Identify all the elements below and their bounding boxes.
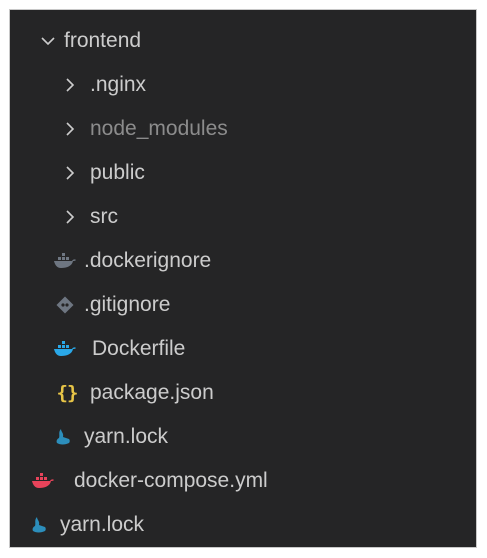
- tree-item-label: frontend: [64, 29, 142, 52]
- json-icon: {}: [56, 382, 79, 404]
- tree-item-yarn-lock[interactable]: yarn.lock: [10, 415, 476, 459]
- chevron-right-icon[interactable]: [60, 151, 80, 195]
- tree-item-label: .gitignore: [84, 293, 171, 316]
- file-tree: frontend .nginx node_modules public src …: [10, 19, 476, 547]
- chevron-right-icon[interactable]: [60, 195, 80, 239]
- git-icon: [52, 283, 78, 327]
- chevron-right-icon[interactable]: [60, 63, 80, 107]
- tree-item-nginx[interactable]: .nginx: [10, 63, 476, 107]
- tree-item-label: yarn.lock: [84, 425, 169, 448]
- tree-item-frontend[interactable]: frontend: [10, 19, 476, 63]
- tree-item-label: public: [90, 161, 145, 184]
- file-explorer-panel: frontend .nginx node_modules public src …: [9, 9, 477, 548]
- yarn-icon: [50, 415, 76, 459]
- tree-item-gitignore[interactable]: .gitignore: [10, 283, 476, 327]
- yarn-icon: [26, 503, 52, 547]
- tree-item-label: docker-compose.yml: [74, 469, 268, 492]
- tree-item-label: src: [90, 205, 118, 228]
- tree-item-src[interactable]: src: [10, 195, 476, 239]
- tree-item-yarn-lock-root[interactable]: yarn.lock: [10, 503, 476, 547]
- chevron-down-icon[interactable]: [38, 19, 58, 63]
- tree-item-label: node_modules: [90, 117, 228, 140]
- tree-item-public[interactable]: public: [10, 151, 476, 195]
- tree-item-node-modules[interactable]: node_modules: [10, 107, 476, 151]
- chevron-right-icon[interactable]: [60, 107, 80, 151]
- tree-item-dockerfile[interactable]: Dockerfile: [10, 327, 476, 371]
- tree-item-dockerignore[interactable]: .dockerignore: [10, 239, 476, 283]
- tree-item-docker-compose[interactable]: docker-compose.yml: [10, 459, 476, 503]
- tree-item-label: Dockerfile: [92, 337, 186, 360]
- docker-icon: [52, 327, 78, 371]
- tree-item-label: .nginx: [90, 73, 147, 96]
- tree-item-package-json[interactable]: {} package.json: [10, 371, 476, 415]
- tree-item-label: package.json: [90, 381, 214, 404]
- docker-ignore-icon: [52, 239, 78, 283]
- tree-item-label: .dockerignore: [84, 249, 212, 272]
- docker-compose-icon: [30, 459, 56, 503]
- tree-item-label: yarn.lock: [60, 513, 145, 536]
